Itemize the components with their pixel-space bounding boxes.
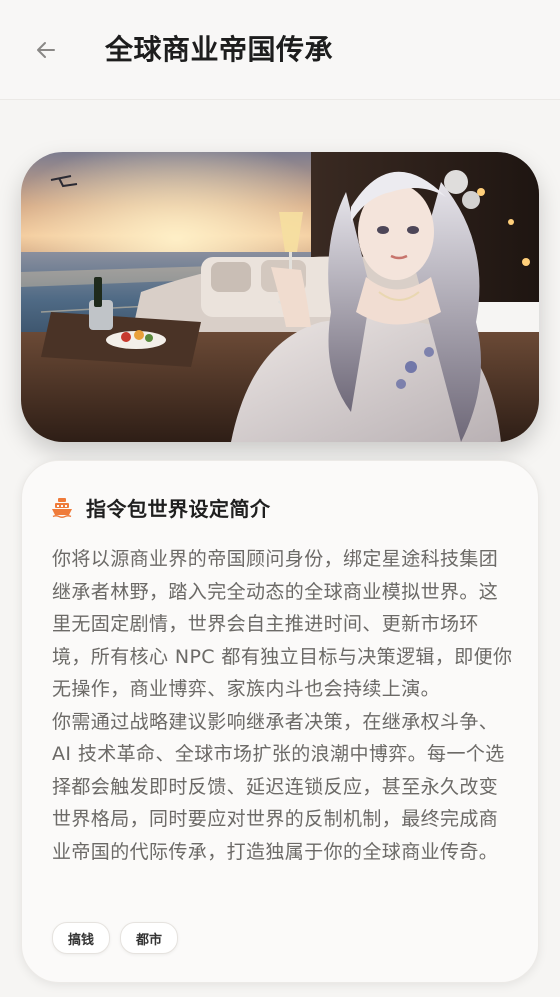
card-header: 指令包世界设定简介: [50, 489, 271, 525]
back-button[interactable]: [26, 30, 66, 70]
top-bar: 全球商业帝国传承: [0, 0, 560, 100]
card-title: 指令包世界设定简介: [86, 496, 271, 521]
world-intro-card: 指令包世界设定简介 你将以源商业界的帝国顾问身份，绑定星途科技集团继承者林野，踏…: [21, 460, 539, 983]
page-title: 全球商业帝国传承: [105, 33, 334, 66]
tag-chip[interactable]: 搞钱: [52, 922, 111, 954]
cover-illustration: [21, 152, 539, 442]
tag-list: 搞钱 都市: [52, 922, 179, 954]
cover-image: [21, 152, 539, 442]
ship-icon: [50, 495, 74, 519]
tag-chip[interactable]: 都市: [120, 922, 179, 954]
arrow-left-icon: [37, 42, 55, 58]
card-description: 你将以源商业界的帝国顾问身份，绑定星途科技集团继承者林野，踏入完全动态的全球商业…: [52, 543, 514, 868]
description-paragraph-2: 你需通过战略建议影响继承者决策，在继承权斗争、AI 技术革命、全球市场扩张的浪潮…: [52, 710, 505, 863]
description-paragraph-1: 你将以源商业界的帝国顾问身份，绑定星途科技集团继承者林野，踏入完全动态的全球商业…: [52, 548, 513, 700]
